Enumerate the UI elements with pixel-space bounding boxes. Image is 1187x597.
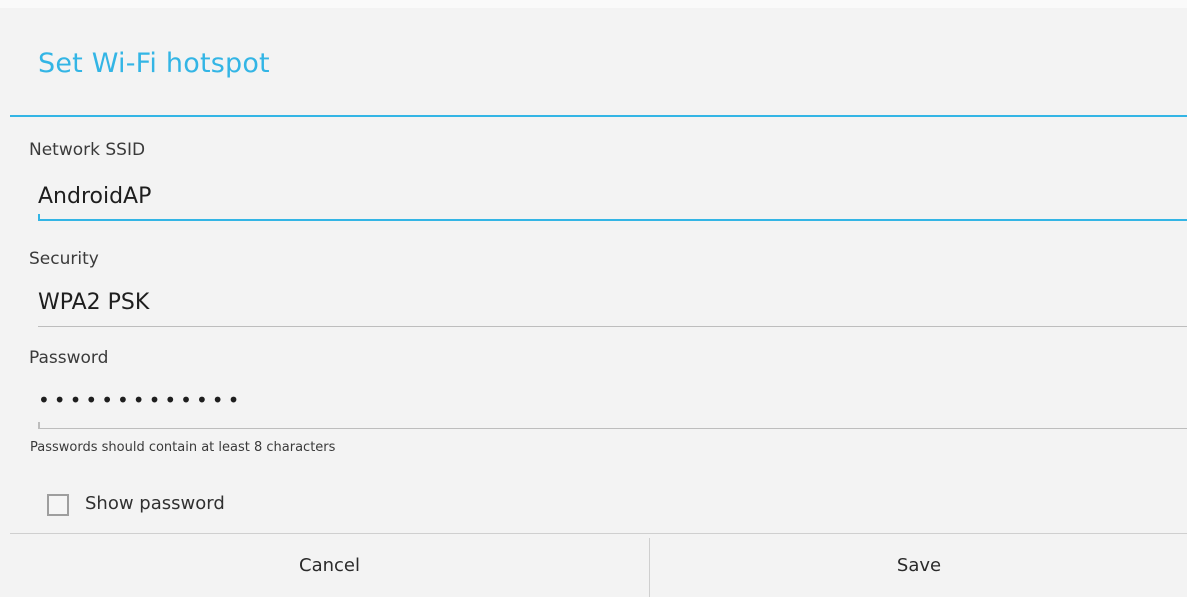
ssid-underline-tick (38, 214, 40, 221)
password-label: Password (29, 348, 109, 368)
ssid-label: Network SSID (29, 140, 146, 160)
title-divider (10, 115, 1187, 117)
cancel-button[interactable]: Cancel (10, 534, 649, 597)
password-hint: Passwords should contain at least 8 char… (30, 440, 336, 455)
security-label: Security (29, 249, 99, 269)
password-input-underline (38, 422, 1187, 429)
password-input[interactable]: ••••••••••••• (38, 388, 243, 412)
save-button[interactable]: Save (651, 534, 1187, 597)
password-underline-tick (38, 422, 40, 429)
button-divider (649, 538, 650, 597)
security-spinner[interactable]: WPA2 PSK (38, 290, 149, 315)
ssid-input-underline (38, 214, 1187, 221)
security-underline (38, 326, 1187, 327)
ssid-input[interactable]: AndroidAP (38, 184, 151, 209)
wifi-hotspot-dialog: Set Wi-Fi hotspot Network SSID AndroidAP… (0, 0, 1187, 597)
show-password-label[interactable]: Show password (85, 493, 225, 514)
show-password-checkbox[interactable] (47, 494, 69, 516)
dialog-title: Set Wi-Fi hotspot (38, 48, 270, 79)
